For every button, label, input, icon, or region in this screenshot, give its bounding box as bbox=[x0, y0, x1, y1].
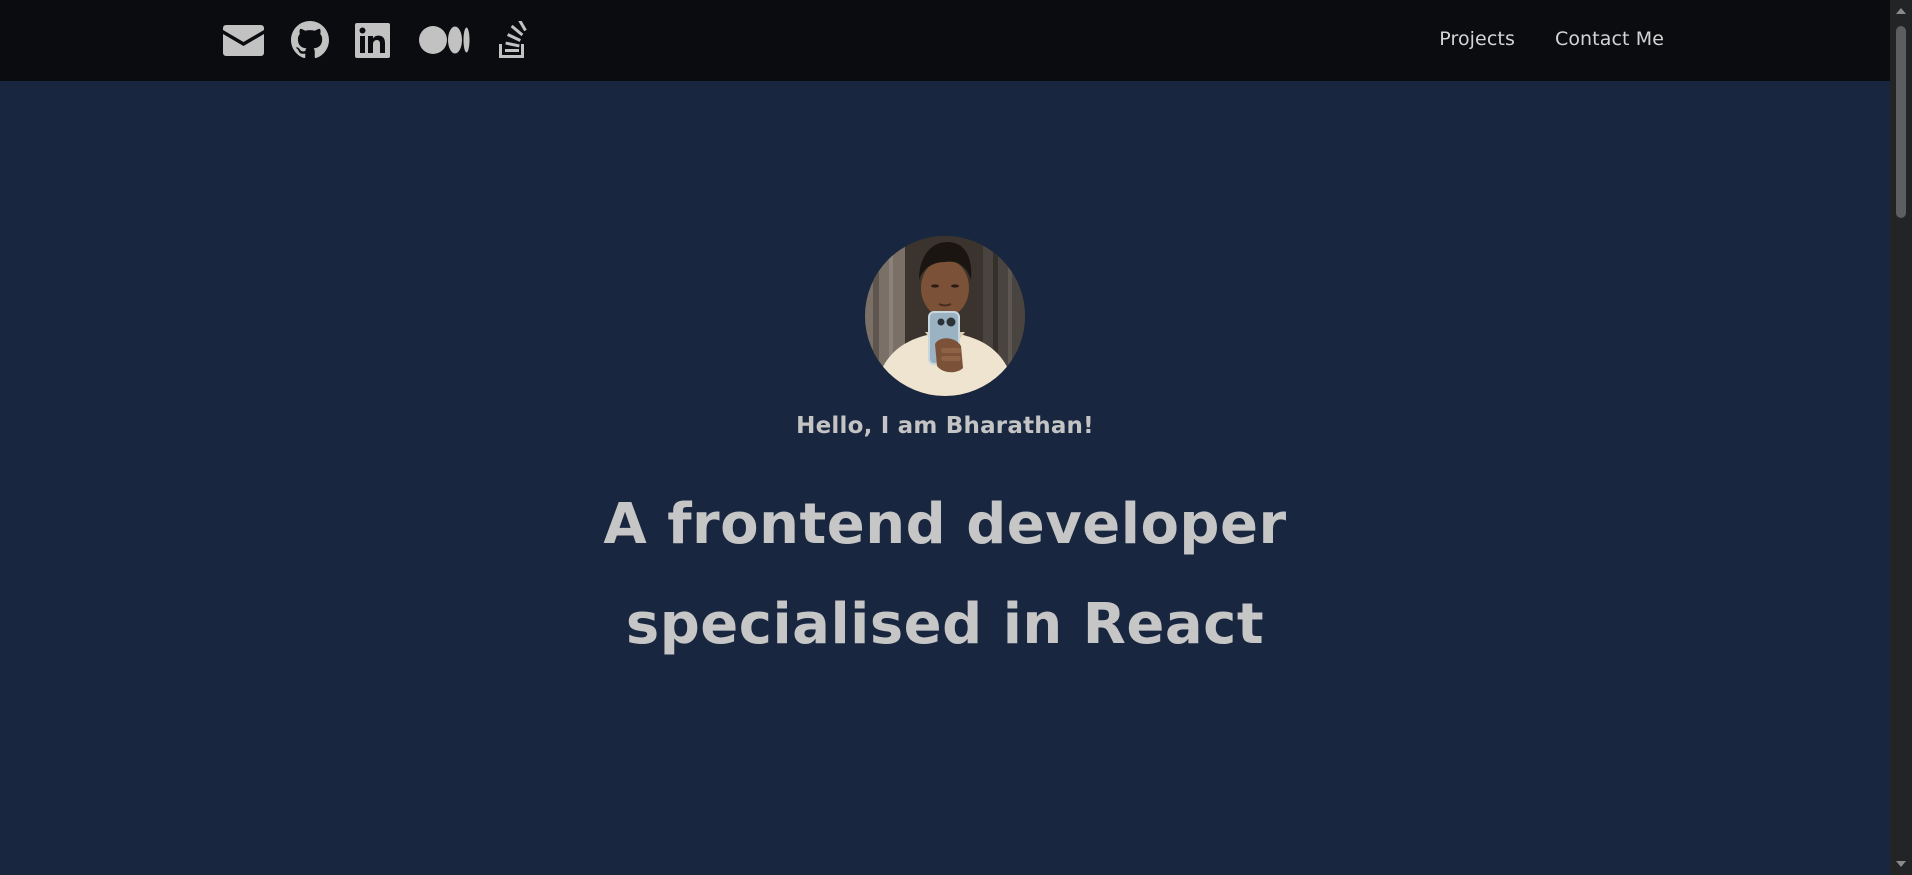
github-icon bbox=[291, 21, 329, 59]
greeting-text: Hello, I am Bharathan! bbox=[796, 413, 1094, 439]
vertical-scrollbar[interactable] bbox=[1890, 0, 1912, 875]
profile-avatar bbox=[865, 236, 1025, 396]
medium-icon bbox=[418, 26, 470, 54]
headline: A frontend developer specialised in Reac… bbox=[565, 475, 1325, 675]
hero-section: Hello, I am Bharathan! A frontend develo… bbox=[0, 236, 1890, 675]
profile-photo-icon bbox=[865, 236, 1025, 396]
mail-link[interactable] bbox=[222, 24, 264, 56]
nav-projects-link[interactable]: Projects bbox=[1439, 28, 1515, 50]
main-nav: Projects Contact Me bbox=[1439, 28, 1664, 50]
stackoverflow-link[interactable] bbox=[496, 21, 530, 59]
headline-line-2: specialised in React bbox=[625, 592, 1265, 657]
mail-icon bbox=[222, 24, 264, 56]
linkedin-icon bbox=[354, 22, 390, 58]
top-navbar: Projects Contact Me bbox=[0, 0, 1890, 81]
social-links bbox=[222, 18, 530, 62]
stackoverflow-icon bbox=[497, 21, 529, 59]
linkedin-link[interactable] bbox=[354, 22, 390, 58]
github-link[interactable] bbox=[290, 21, 330, 59]
scrollbar-thumb[interactable] bbox=[1896, 26, 1906, 218]
scroll-up-arrow-icon[interactable] bbox=[1896, 8, 1906, 14]
scroll-down-arrow-icon[interactable] bbox=[1896, 861, 1906, 867]
nav-contact-link[interactable]: Contact Me bbox=[1555, 28, 1664, 50]
medium-link[interactable] bbox=[418, 26, 470, 54]
page: Projects Contact Me Hello, I am Bharatha… bbox=[0, 0, 1890, 875]
headline-line-1: A frontend developer bbox=[603, 492, 1287, 557]
